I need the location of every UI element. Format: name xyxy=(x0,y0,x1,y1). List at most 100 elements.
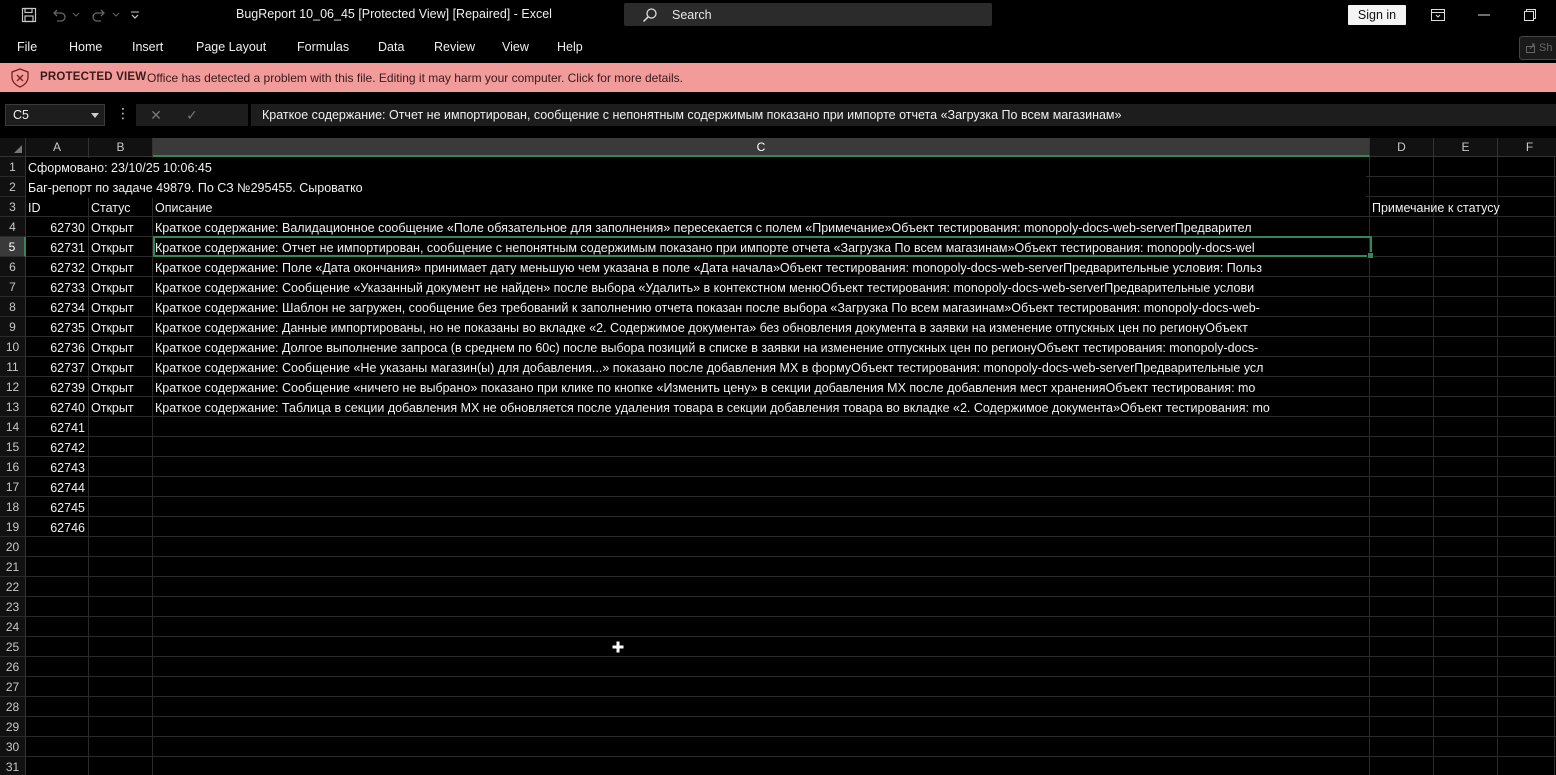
row-header-27[interactable]: 27 xyxy=(0,677,26,697)
cell-id-row-15[interactable]: 62742 xyxy=(26,438,88,458)
cell-id-row-17[interactable]: 62744 xyxy=(26,478,88,498)
cell-description-row-10[interactable]: Краткое содержание: Долгое выполнение за… xyxy=(153,338,1369,358)
row-header-29[interactable]: 29 xyxy=(0,717,26,737)
cell-id-row-10[interactable]: 62736 xyxy=(26,338,88,358)
cell-description-row-9[interactable]: Краткое содержание: Данные импортированы… xyxy=(153,318,1369,338)
cell-status-row-12[interactable]: Открыт xyxy=(89,378,152,398)
cell-status-row-8[interactable]: Открыт xyxy=(89,298,152,318)
undo-icon[interactable] xyxy=(48,0,70,30)
tab-formulas[interactable]: Formulas xyxy=(297,40,349,54)
row-header-10[interactable]: 10 xyxy=(0,337,26,357)
cell-id-row-8[interactable]: 62734 xyxy=(26,298,88,318)
tab-data[interactable]: Data xyxy=(378,40,404,54)
search-box[interactable]: Search xyxy=(624,3,992,26)
tab-review[interactable]: Review xyxy=(434,40,475,54)
cell-description-row-5[interactable]: Краткое содержание: Отчет не импортирова… xyxy=(153,238,1369,258)
tab-home[interactable]: Home xyxy=(69,40,102,54)
row-header-17[interactable]: 17 xyxy=(0,477,26,497)
cell-description-row-8[interactable]: Краткое содержание: Шаблон не загружен, … xyxy=(153,298,1369,318)
more-options-icon[interactable]: ⋮ xyxy=(116,105,130,122)
row-header-23[interactable]: 23 xyxy=(0,597,26,617)
row-header-18[interactable]: 18 xyxy=(0,497,26,517)
cell-status-row-4[interactable]: Открыт xyxy=(89,218,152,238)
spreadsheet-grid[interactable]: ABCDEF 1 2 3 4 5 6 7 8 9 10 11 12 13 14 15 16 17 18 19 20 21… xyxy=(0,138,1556,775)
cell-description-row-4[interactable]: Краткое содержание: Валидационное сообще… xyxy=(153,218,1369,238)
row-header-16[interactable]: 16 xyxy=(0,457,26,477)
row-header-6[interactable]: 6 xyxy=(0,257,26,277)
cell-id-row-7[interactable]: 62733 xyxy=(26,278,88,298)
row-header-2[interactable]: 2 xyxy=(0,177,26,197)
customize-toolbar-icon[interactable] xyxy=(128,0,142,30)
cell-description-row-13[interactable]: Краткое содержание: Таблица в секции доб… xyxy=(153,398,1369,418)
cell-id-row-13[interactable]: 62740 xyxy=(26,398,88,418)
cell-a1[interactable]: Сформовано: 23/10/25 10:06:45 xyxy=(26,158,1366,178)
header-status[interactable]: Статус xyxy=(89,198,152,218)
row-header-25[interactable]: 25 xyxy=(0,637,26,657)
row-header-13[interactable]: 13 xyxy=(0,397,26,417)
column-header-c[interactable]: C xyxy=(153,138,1370,157)
row-header-3[interactable]: 3 xyxy=(0,197,26,217)
tab-file[interactable]: File xyxy=(17,40,37,54)
name-box[interactable]: C5 xyxy=(5,104,105,126)
cell-id-row-6[interactable]: 62732 xyxy=(26,258,88,278)
row-header-20[interactable]: 20 xyxy=(0,537,26,557)
row-header-24[interactable]: 24 xyxy=(0,617,26,637)
cell-status-row-10[interactable]: Открыт xyxy=(89,338,152,358)
row-header-5[interactable]: 5 xyxy=(0,237,26,257)
undo-dropdown-icon[interactable] xyxy=(70,0,82,30)
cell-id-row-18[interactable]: 62745 xyxy=(26,498,88,518)
cell-id-row-19[interactable]: 62746 xyxy=(26,518,88,538)
save-icon[interactable] xyxy=(18,0,40,30)
cell-description-row-6[interactable]: Краткое содержание: Поле «Дата окончания… xyxy=(153,258,1369,278)
cell-status-row-6[interactable]: Открыт xyxy=(89,258,152,278)
redo-dropdown-icon[interactable] xyxy=(110,0,122,30)
share-button[interactable]: Sh xyxy=(1519,36,1556,60)
cell-description-row-12[interactable]: Краткое содержание: Сообщение «ничего не… xyxy=(153,378,1369,398)
cell-status-row-11[interactable]: Открыт xyxy=(89,358,152,378)
row-header-12[interactable]: 12 xyxy=(0,377,26,397)
cell-status-row-5[interactable]: Открыт xyxy=(89,238,152,258)
minimize-icon[interactable] xyxy=(1461,0,1507,30)
tab-page-layout[interactable]: Page Layout xyxy=(196,40,266,54)
cell-a2[interactable]: Баг-репорт по задаче 49879. По СЗ №29545… xyxy=(26,178,1366,198)
ribbon-display-options-icon[interactable] xyxy=(1415,0,1461,30)
select-all-button[interactable] xyxy=(0,138,26,157)
cell-id-row-16[interactable]: 62743 xyxy=(26,458,88,478)
row-header-26[interactable]: 26 xyxy=(0,657,26,677)
header-id[interactable]: ID xyxy=(26,198,88,218)
tab-view[interactable]: View xyxy=(502,40,529,54)
restore-icon[interactable] xyxy=(1507,0,1553,30)
protected-view-bar[interactable]: PROTECTED VIEW Office has detected a pro… xyxy=(0,63,1556,92)
tab-insert[interactable]: Insert xyxy=(132,40,163,54)
cell-description-row-7[interactable]: Краткое содержание: Сообщение «Указанный… xyxy=(153,278,1369,298)
row-header-8[interactable]: 8 xyxy=(0,297,26,317)
row-header-31[interactable]: 31 xyxy=(0,757,26,775)
row-header-14[interactable]: 14 xyxy=(0,417,26,437)
header-description[interactable]: Описание xyxy=(153,198,1369,218)
column-header-d[interactable]: D xyxy=(1370,138,1434,157)
tab-help[interactable]: Help xyxy=(557,40,583,54)
row-header-4[interactable]: 4 xyxy=(0,217,26,237)
cell-id-row-4[interactable]: 62730 xyxy=(26,218,88,238)
row-header-21[interactable]: 21 xyxy=(0,557,26,577)
cell-status-row-9[interactable]: Открыт xyxy=(89,318,152,338)
cell-id-row-9[interactable]: 62735 xyxy=(26,318,88,338)
enter-icon[interactable]: ✓ xyxy=(180,104,204,126)
header-status-note[interactable]: Примечание к статусу xyxy=(1370,198,1550,218)
row-header-9[interactable]: 9 xyxy=(0,317,26,337)
formula-input[interactable]: Краткое содержание: Отчет не импортирова… xyxy=(251,104,1556,126)
row-header-30[interactable]: 30 xyxy=(0,737,26,757)
cell-id-row-12[interactable]: 62739 xyxy=(26,378,88,398)
column-header-b[interactable]: B xyxy=(89,138,153,157)
row-header-28[interactable]: 28 xyxy=(0,697,26,717)
row-header-1[interactable]: 1 xyxy=(0,157,26,177)
cell-id-row-5[interactable]: 62731 xyxy=(26,238,88,258)
cell-status-row-7[interactable]: Открыт xyxy=(89,278,152,298)
row-header-22[interactable]: 22 xyxy=(0,577,26,597)
cell-id-row-11[interactable]: 62737 xyxy=(26,358,88,378)
column-header-e[interactable]: E xyxy=(1434,138,1498,157)
redo-icon[interactable] xyxy=(88,0,110,30)
row-header-15[interactable]: 15 xyxy=(0,437,26,457)
cell-status-row-13[interactable]: Открыт xyxy=(89,398,152,418)
column-header-a[interactable]: A xyxy=(26,138,89,157)
